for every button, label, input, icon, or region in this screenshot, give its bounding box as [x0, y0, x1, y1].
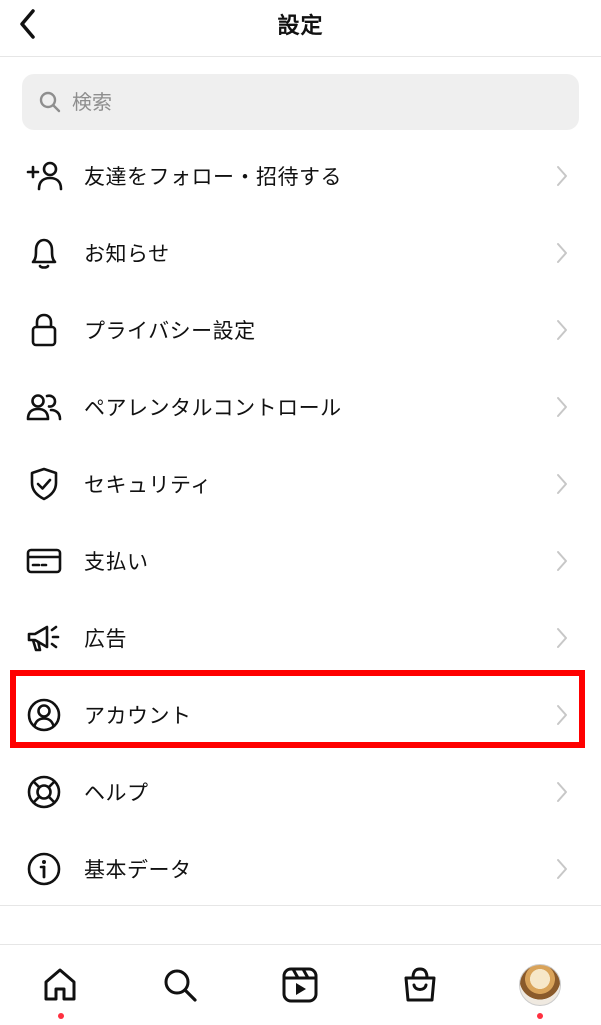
menu-item-security[interactable]: セキュリティ: [0, 445, 601, 522]
chevron-right-icon: [553, 395, 571, 419]
tab-home[interactable]: [38, 963, 82, 1007]
menu-item-label: 友達をフォロー・招待する: [84, 164, 342, 189]
menu-item-payments[interactable]: 支払い: [0, 522, 601, 599]
chevron-right-icon: [553, 780, 571, 804]
credit-card-icon: [24, 541, 64, 581]
chevron-right-icon: [553, 241, 571, 265]
menu-item-label: 広告: [84, 626, 127, 651]
search-icon: [164, 969, 197, 1002]
menu-item-help[interactable]: ヘルプ: [0, 753, 601, 830]
menu-item-ads[interactable]: 広告: [0, 599, 601, 676]
menu-item-account[interactable]: アカウント: [0, 676, 601, 753]
chevron-right-icon: [553, 549, 571, 573]
chevron-right-icon: [553, 626, 571, 650]
menu-item-notifications[interactable]: お知らせ: [0, 214, 601, 291]
header: 設定: [0, 0, 601, 57]
chevron-right-icon: [553, 472, 571, 496]
reels-icon: [282, 967, 318, 1003]
menu-item-about[interactable]: 基本データ: [0, 830, 601, 907]
menu-item-label: アカウント: [84, 703, 192, 728]
shop-icon: [404, 967, 436, 1002]
lifebuoy-icon: [24, 772, 64, 812]
bottom-tab-bar: [0, 944, 601, 1025]
profile-avatar: [519, 964, 561, 1006]
notification-dot: [58, 1013, 64, 1019]
menu-item-parental-control[interactable]: ペアレンタルコントロール: [0, 368, 601, 445]
page-title: 設定: [277, 14, 324, 39]
chevron-right-icon: [553, 318, 571, 342]
search-input[interactable]: [70, 89, 554, 115]
home-icon: [44, 968, 76, 1001]
tab-shop[interactable]: [398, 963, 442, 1007]
tab-profile[interactable]: [518, 963, 562, 1007]
menu-item-label: 支払い: [84, 549, 149, 574]
info-icon: [24, 849, 64, 889]
menu-item-label: 基本データ: [84, 857, 192, 882]
bell-icon: [24, 233, 64, 273]
chevron-right-icon: [553, 703, 571, 727]
menu-item-label: お知らせ: [84, 241, 170, 266]
notification-dot: [537, 1013, 543, 1019]
menu-item-label: プライバシー設定: [84, 318, 256, 343]
settings-list: 友達をフォロー・招待する お知らせ プライバシー設定 ペアレンタルコントロール …: [0, 137, 601, 907]
tab-search[interactable]: [158, 963, 202, 1007]
account-circle-icon: [24, 695, 64, 735]
menu-item-label: ペアレンタルコントロール: [84, 395, 342, 420]
search-bar[interactable]: [22, 74, 579, 130]
lock-icon: [24, 310, 64, 350]
add-person-icon: [24, 156, 64, 196]
chevron-right-icon: [553, 857, 571, 881]
menu-item-label: ヘルプ: [84, 780, 149, 805]
tab-reels[interactable]: [278, 963, 322, 1007]
shield-check-icon: [24, 464, 64, 504]
menu-item-label: セキュリティ: [84, 472, 212, 497]
divider: [0, 905, 601, 906]
menu-item-follow-invite[interactable]: 友達をフォロー・招待する: [0, 137, 601, 214]
people-icon: [24, 387, 64, 427]
megaphone-icon: [24, 618, 64, 658]
menu-item-privacy[interactable]: プライバシー設定: [0, 291, 601, 368]
search-icon: [36, 88, 64, 116]
chevron-right-icon: [553, 164, 571, 188]
